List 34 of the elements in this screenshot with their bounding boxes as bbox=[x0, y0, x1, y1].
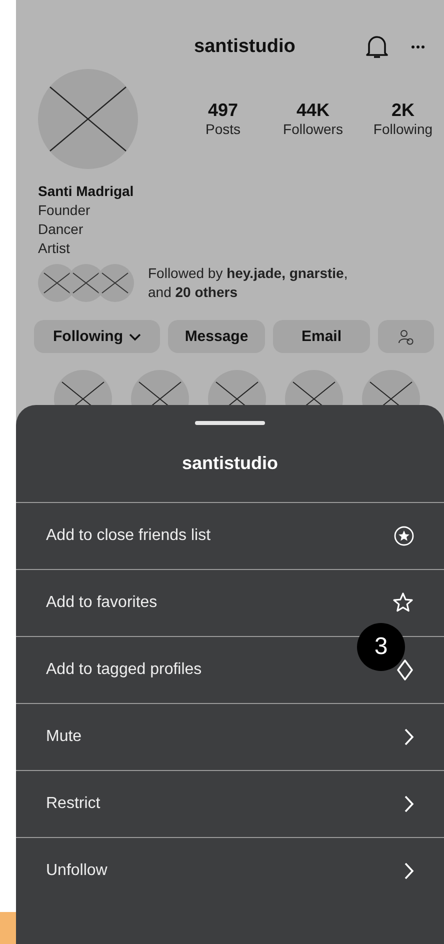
stat-label[interactable]: Posts bbox=[205, 120, 240, 138]
stat-value: 2K bbox=[391, 100, 414, 120]
star-icon bbox=[392, 592, 414, 614]
notification-bell-icon[interactable] bbox=[365, 34, 390, 60]
drag-handle[interactable] bbox=[195, 421, 265, 425]
chevron-right-icon bbox=[404, 795, 414, 813]
bio-line: Dancer bbox=[38, 220, 84, 239]
chevron-right-icon bbox=[404, 862, 414, 880]
side-panel bbox=[0, 912, 16, 944]
bio-line: Artist bbox=[38, 239, 71, 258]
menu-item[interactable]: Mute bbox=[16, 703, 444, 770]
add-person-icon bbox=[398, 328, 414, 344]
caret-icon bbox=[128, 332, 141, 340]
profile-action-button[interactable]: Email bbox=[273, 320, 370, 353]
followed-by-text[interactable]: Followed by hey.jade, gnarstie, and 20 others bbox=[148, 264, 363, 302]
diamond-icon bbox=[396, 659, 414, 681]
more-icon[interactable] bbox=[411, 45, 426, 49]
menu-item[interactable]: Restrict bbox=[16, 770, 444, 837]
suggest-people-button[interactable] bbox=[378, 320, 434, 353]
bio-line: Founder bbox=[38, 201, 92, 220]
step-badge: 3 bbox=[357, 623, 405, 671]
star-circle-icon bbox=[394, 526, 414, 546]
chevron-right-icon bbox=[404, 728, 414, 746]
stat-value: 497 bbox=[208, 100, 238, 120]
stat-label[interactable]: Following bbox=[373, 120, 433, 138]
menu-item[interactable]: Unfollow bbox=[16, 837, 444, 904]
following-dropdown-button[interactable]: Following bbox=[34, 320, 160, 353]
profile-username: santistudio bbox=[194, 36, 296, 58]
profile-name: Santi Madrigal bbox=[38, 182, 135, 201]
sheet-title: santistudio bbox=[180, 453, 279, 475]
menu-item[interactable]: Add to close friends list bbox=[16, 502, 444, 569]
stat-value: 44K bbox=[296, 100, 330, 120]
profile-action-button[interactable]: Message bbox=[168, 320, 265, 353]
stat-label[interactable]: Followers bbox=[283, 120, 343, 138]
